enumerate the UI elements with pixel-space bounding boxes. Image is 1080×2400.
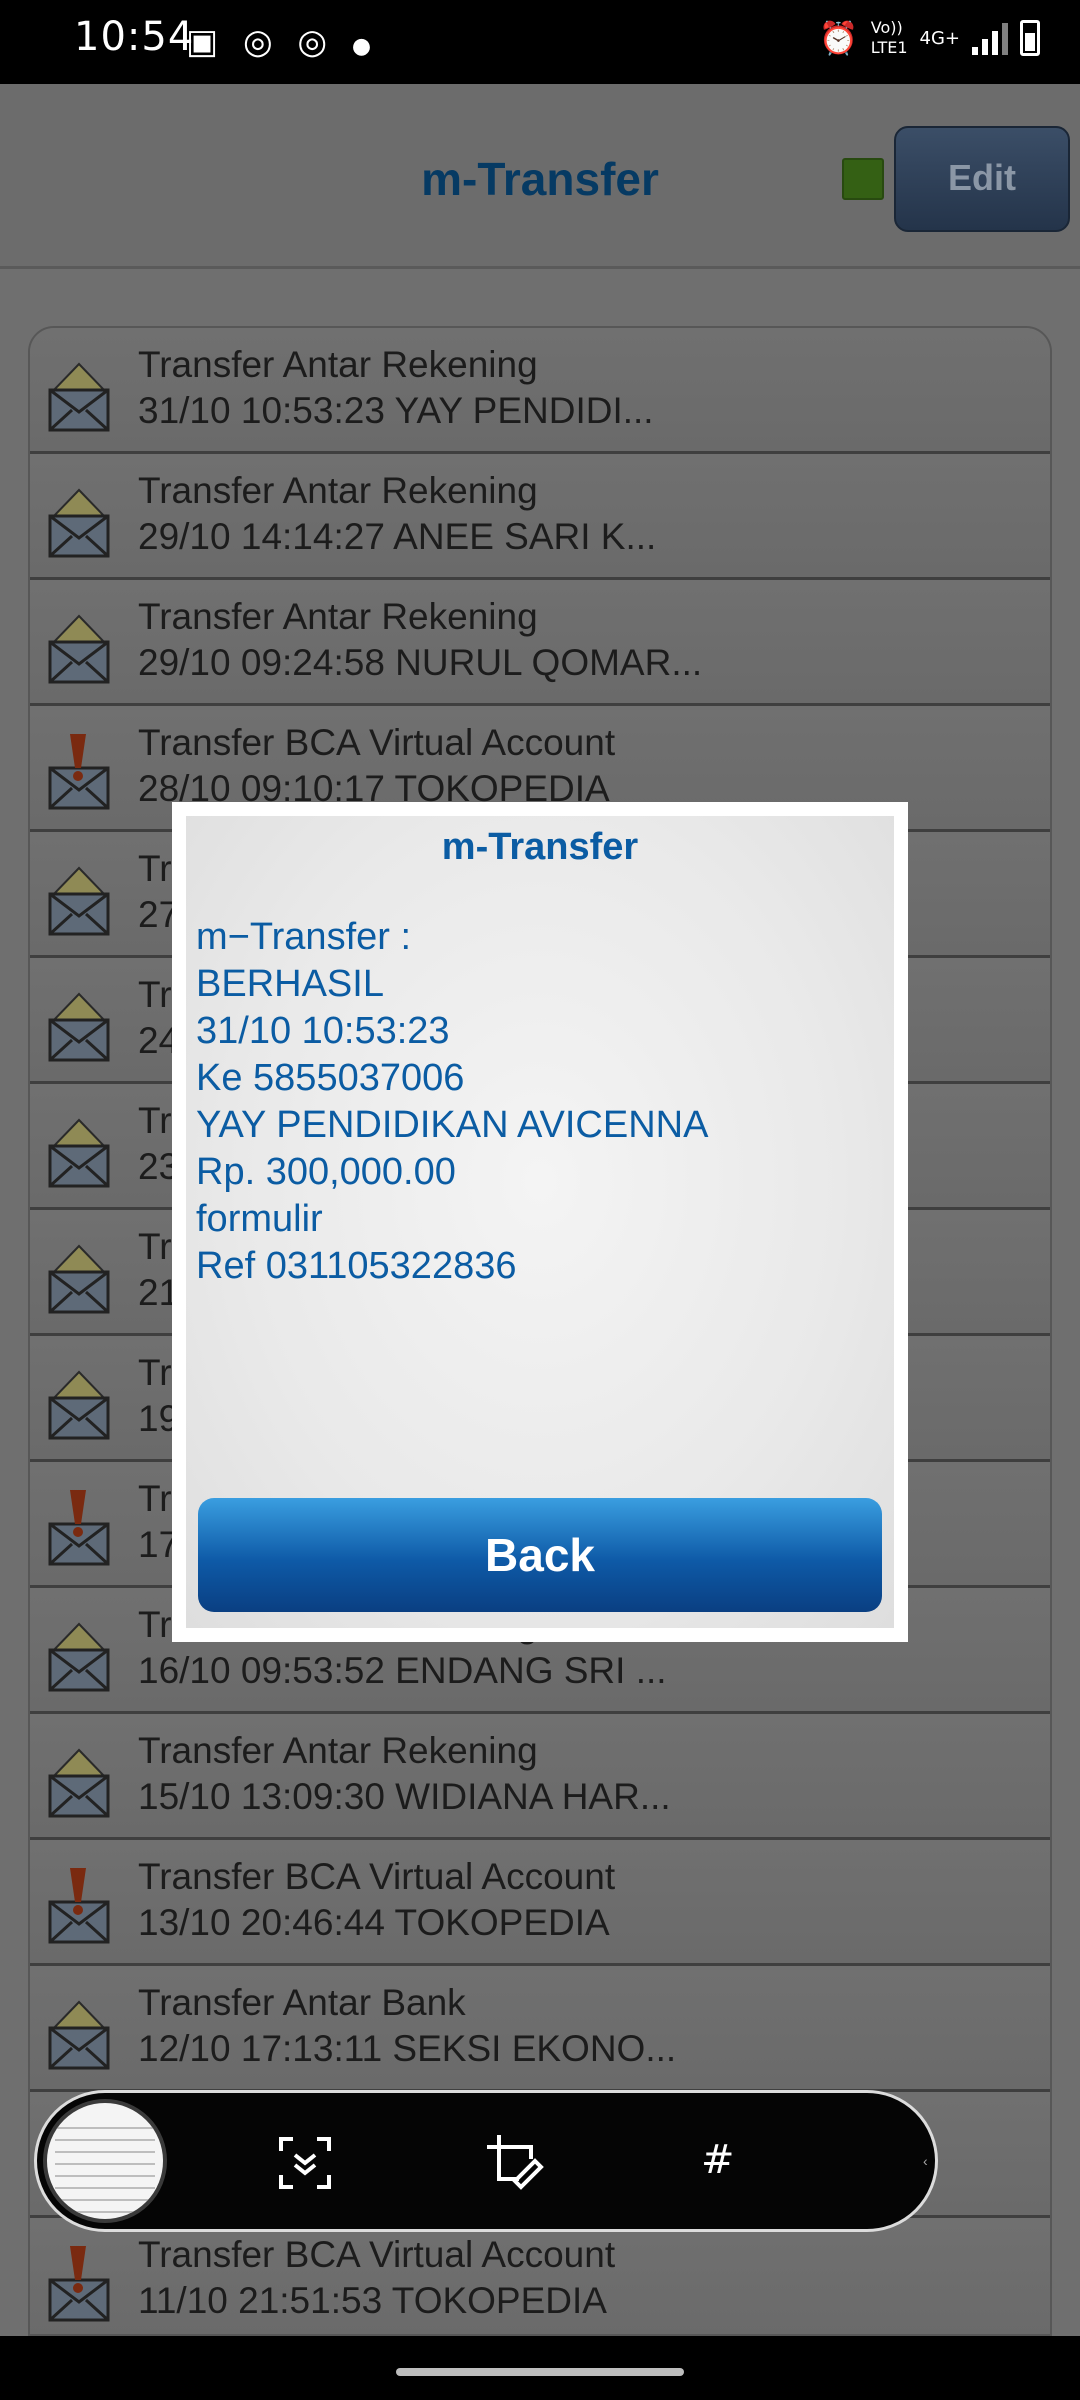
transaction-detail: 15/10 13:09:30 WIDIANA HAR... xyxy=(138,1776,671,1817)
envelope-icon xyxy=(46,1106,112,1192)
envelope-icon xyxy=(46,1988,112,2074)
message-line: 31/10 10:53:23 xyxy=(196,1010,450,1052)
transaction-type: Tr xyxy=(138,848,172,889)
status-indicator xyxy=(842,158,884,200)
transaction-type: Tr xyxy=(138,1478,172,1519)
envelope-alert-icon xyxy=(46,728,112,814)
status-bar: 10:54 ▣ ◎ ◎ ● ⏰ Vo)) LTE1 4G+ xyxy=(0,0,1080,84)
envelope-alert-icon xyxy=(46,1862,112,1948)
message-line: Ref 031105322836 xyxy=(196,1245,517,1287)
scroll-capture-icon[interactable] xyxy=(273,2131,337,2195)
notification-icons: ▣ ◎ ◎ ● xyxy=(186,22,385,62)
transaction-type: Transfer Antar Rekening xyxy=(138,470,538,511)
dialog-message: m−Transfer : BERHASIL 31/10 10:53:23 Ke … xyxy=(196,914,708,1290)
status-right: ⏰ Vo)) LTE1 4G+ xyxy=(819,18,1040,58)
envelope-icon xyxy=(46,1610,112,1696)
transaction-row[interactable]: Transfer Antar Rekening 29/10 14:14:27 AN… xyxy=(30,454,1050,580)
dot-icon: ● xyxy=(351,34,372,59)
envelope-icon xyxy=(46,476,112,562)
envelope-icon xyxy=(46,350,112,436)
app-header: m-Transfer Edit xyxy=(0,84,1080,269)
hashtag-button[interactable]: # xyxy=(701,2137,735,2183)
transaction-detail: 29/10 09:24:58 NURUL QOMAR... xyxy=(138,642,703,683)
message-line: BERHASIL xyxy=(196,963,384,1005)
transaction-row[interactable]: Transfer BCA Virtual Account 13/10 20:46:… xyxy=(30,1840,1050,1966)
status-time: 10:54 xyxy=(74,14,195,60)
transaction-type: Transfer Antar Rekening xyxy=(138,596,538,637)
transaction-type: Transfer Antar Rekening xyxy=(138,344,538,385)
message-line: Ke 5855037006 xyxy=(196,1057,465,1099)
gallery-icon: ▣ xyxy=(186,22,219,62)
transaction-type: Transfer Antar Rekening xyxy=(138,1730,538,1771)
volte-indicator: Vo)) LTE1 xyxy=(870,18,908,57)
back-button[interactable]: Back xyxy=(198,1498,882,1612)
transaction-detail: 12/10 17:13:11 SEKSI EKONO... xyxy=(138,2028,677,2069)
edit-button[interactable]: Edit xyxy=(894,126,1070,232)
transaction-detail: 29/10 14:14:27 ANEE SARI K... xyxy=(138,516,657,557)
transaction-type: Transfer BCA Virtual Account xyxy=(138,722,616,763)
screenshot-toolbar: # ‹ xyxy=(34,2090,938,2232)
screenshot-thumbnail[interactable] xyxy=(43,2099,167,2223)
transaction-row[interactable]: Transfer Antar Rekening 31/10 10:53:23 YA… xyxy=(30,328,1050,454)
chrome-icon: ◎ xyxy=(297,22,328,62)
dialog-body: m-Transfer m−Transfer : BERHASIL 31/10 1… xyxy=(186,816,894,1628)
envelope-icon xyxy=(46,854,112,940)
transaction-row[interactable]: Transfer BCA Virtual Account 11/10 21:51:… xyxy=(30,2218,1050,2334)
chrome-icon: ◎ xyxy=(242,22,273,62)
envelope-icon xyxy=(46,602,112,688)
transaction-detail: 31/10 10:53:23 YAY PENDIDI... xyxy=(138,390,654,431)
transaction-type: Transfer BCA Virtual Account xyxy=(138,1856,616,1897)
transaction-row[interactable]: Transfer Antar Rekening 15/10 13:09:30 WI… xyxy=(30,1714,1050,1840)
transaction-row[interactable]: Transfer Antar Bank 12/10 17:13:11 SEKSI … xyxy=(30,1966,1050,2092)
transaction-type: Transfer Antar Bank xyxy=(138,1982,466,2023)
message-line: Rp. 300,000.00 xyxy=(196,1151,456,1193)
toolbar-dot-icon: ‹ xyxy=(923,2153,928,2169)
envelope-alert-icon xyxy=(46,2240,112,2326)
transaction-type: Tr xyxy=(138,1100,172,1141)
message-line: YAY PENDIDIKAN AVICENNA xyxy=(196,1104,709,1146)
message-line: m−Transfer : xyxy=(196,916,412,958)
message-line: formulir xyxy=(196,1198,323,1240)
home-indicator[interactable] xyxy=(396,2368,684,2376)
dialog-title: m-Transfer xyxy=(441,826,639,868)
envelope-icon xyxy=(46,1736,112,1822)
transfer-result-dialog: m-Transfer m−Transfer : BERHASIL 31/10 1… xyxy=(172,802,908,1642)
transaction-detail: 16/10 09:53:52 ENDANG SRI ... xyxy=(138,1650,667,1691)
envelope-icon xyxy=(46,980,112,1066)
transaction-type: Tr xyxy=(138,1352,172,1393)
battery-icon xyxy=(1020,20,1040,56)
envelope-alert-icon xyxy=(46,1484,112,1570)
transaction-detail: 11/10 21:51:53 TOKOPEDIA xyxy=(138,2280,607,2321)
transaction-detail: 13/10 20:46:44 TOKOPEDIA xyxy=(138,1902,610,1943)
navigation-bar xyxy=(0,2336,1080,2400)
transaction-type: Tr xyxy=(138,1226,172,1267)
transaction-type: Tr xyxy=(138,974,172,1015)
envelope-icon xyxy=(46,1232,112,1318)
transaction-row[interactable]: Transfer Antar Rekening 29/10 09:24:58 NU… xyxy=(30,580,1050,706)
transaction-type: Transfer BCA Virtual Account xyxy=(138,2234,616,2275)
network-type: 4G+ xyxy=(919,27,960,49)
alarm-icon: ⏰ xyxy=(818,19,859,57)
crop-edit-icon[interactable] xyxy=(483,2131,547,2195)
signal-icon xyxy=(972,21,1008,55)
envelope-icon xyxy=(46,1358,112,1444)
